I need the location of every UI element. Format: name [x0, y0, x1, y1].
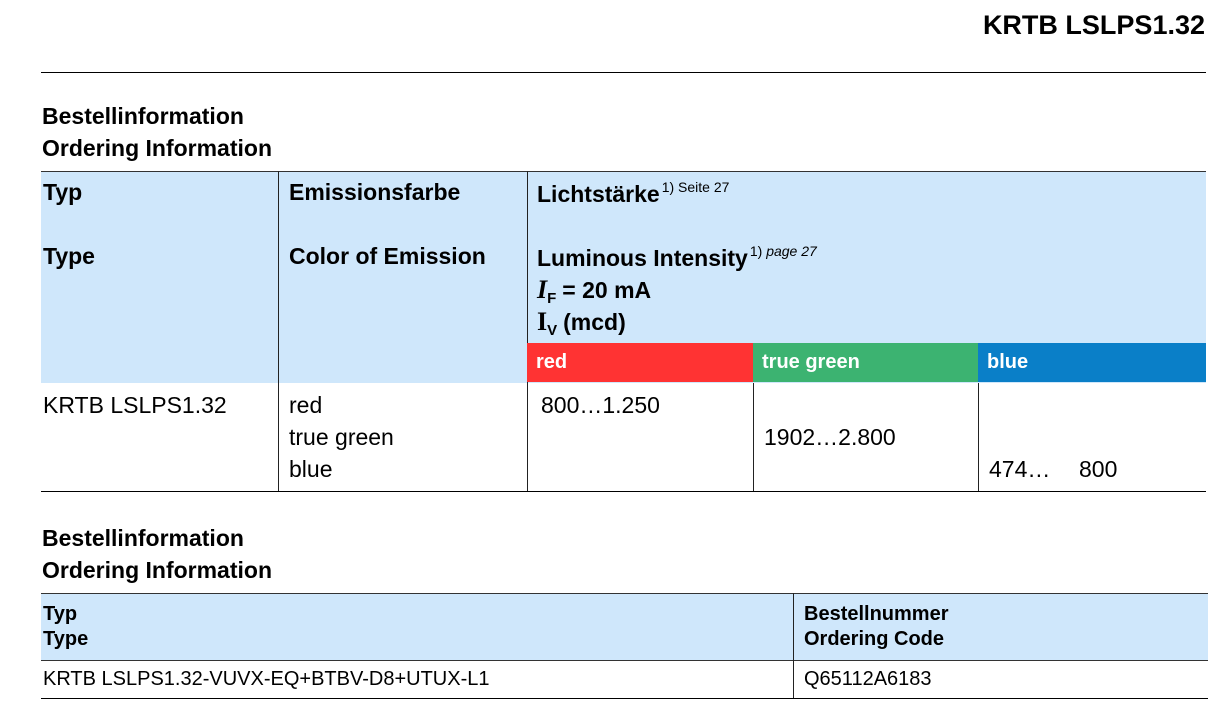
- column-divider: [278, 171, 279, 492]
- footnote-ref-en: 1) page 27: [750, 243, 817, 259]
- if-subscript: F: [547, 290, 557, 307]
- footnote-ref-en-page: page 27: [766, 243, 817, 259]
- color-column-blue: blue: [978, 343, 1206, 382]
- red-intensity-value: 800…1.250: [541, 392, 660, 418]
- iv-unit: (mcd): [563, 309, 626, 335]
- column-divider: [978, 383, 979, 492]
- row-color-red: red: [289, 392, 323, 418]
- column-divider: [793, 593, 794, 699]
- ordering-header-code: Bestellnummer Ordering Code: [804, 602, 949, 652]
- ordering-row-type: KRTB LSLPS1.32-VUVX-EQ+BTBV-D8+UTUX-L1: [43, 668, 490, 690]
- header-intensity-en: Luminous Intensity 1) page 27: [537, 243, 817, 272]
- ordering-table-header: [41, 593, 1208, 661]
- green-intensity-value: 1902…2.800: [764, 424, 896, 450]
- ordering-header-type-de: Typ: [43, 603, 78, 625]
- section1-heading-de: Bestellinformation: [42, 103, 244, 129]
- ordering-header-code-de: Bestellnummer: [804, 603, 949, 625]
- section2-heading-en: Ordering Information: [42, 557, 272, 583]
- if-symbol: I: [537, 275, 548, 304]
- header-type-en: Type: [43, 243, 95, 269]
- ordering-header-type-en: Type: [43, 628, 89, 650]
- header-intensity-en-label: Luminous Intensity: [537, 245, 748, 271]
- ordering-header-type: Typ Type: [43, 602, 88, 652]
- column-divider: [527, 171, 528, 492]
- title-divider: [41, 72, 1206, 73]
- blue-intensity-value-min: 474…: [989, 456, 1051, 482]
- color-column-true-green: true green: [753, 343, 978, 382]
- row-type: KRTB LSLPS1.32: [43, 392, 227, 418]
- forward-current-condition: IF = 20 mA: [537, 275, 651, 307]
- header-emission-en: Color of Emission: [289, 243, 486, 269]
- iv-subscript: V: [547, 322, 558, 339]
- iv-symbol: I: [537, 307, 548, 336]
- section1-heading-en: Ordering Information: [42, 135, 272, 161]
- footnote-ref-de: 1) Seite 27: [661, 179, 730, 195]
- header-intensity-de-label: Lichtstärke: [537, 181, 660, 207]
- header-intensity-de: Lichtstärke 1) Seite 27: [537, 179, 729, 208]
- row-color-blue: blue: [289, 456, 333, 482]
- blue-intensity-value-max: 800: [1079, 456, 1118, 482]
- header-type-de: Typ: [43, 179, 83, 205]
- intensity-unit: IV (mcd): [537, 307, 626, 339]
- section2-heading-de: Bestellinformation: [42, 525, 244, 551]
- if-value: = 20 mA: [562, 277, 652, 303]
- ordering-row-code: Q65112A6183: [804, 668, 932, 690]
- row-color-true-green: true green: [289, 424, 394, 450]
- document-title: KRTB LSLPS1.32: [982, 10, 1205, 40]
- color-column-red: red: [527, 343, 753, 382]
- footnote-ref-en-number: 1): [749, 243, 763, 259]
- table-bottom-border: [41, 491, 1206, 492]
- ordering-table-bottom-border: [41, 698, 1208, 699]
- column-divider: [753, 383, 754, 492]
- ordering-header-code-en: Ordering Code: [804, 628, 945, 650]
- header-emission-de: Emissionsfarbe: [289, 179, 461, 205]
